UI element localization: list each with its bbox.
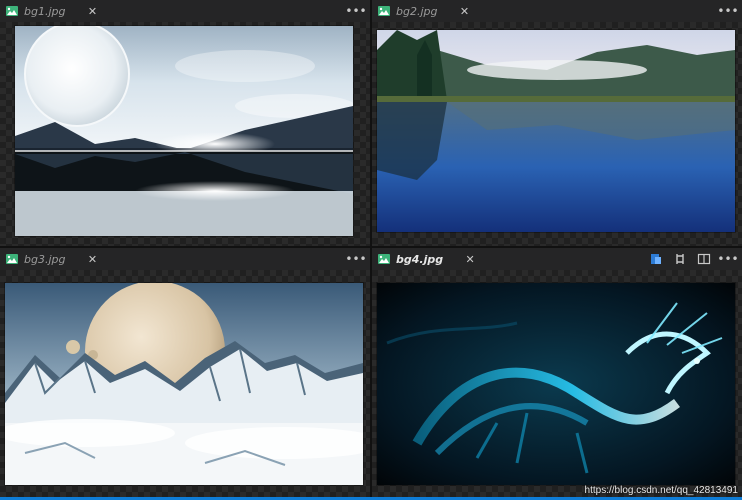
image-moon-lake [15, 26, 353, 236]
image-icon [6, 6, 18, 16]
image-canvas [0, 22, 370, 246]
close-icon[interactable]: ✕ [457, 4, 471, 18]
image-icon [6, 254, 18, 264]
editor-pane-4: bg4.jpg ✕ ••• https://blog.csdn.net/qq_4… [372, 248, 742, 500]
image-preview [377, 283, 735, 485]
image-icon [378, 6, 390, 16]
image-preview [5, 283, 363, 485]
tab-bar: bg4.jpg ✕ ••• [372, 248, 742, 270]
image-dragon [377, 283, 735, 485]
image-canvas [0, 270, 370, 500]
split-divider-vertical[interactable] [370, 0, 372, 500]
split-editor-icon[interactable] [696, 251, 712, 267]
open-file-icon[interactable] [648, 251, 664, 267]
image-preview [377, 30, 735, 232]
more-icon[interactable]: ••• [345, 3, 366, 19]
more-icon[interactable]: ••• [345, 251, 366, 267]
tab-label: bg2.jpg [396, 4, 438, 18]
tab-bg2[interactable]: bg2.jpg ✕ [372, 0, 479, 22]
image-canvas [372, 22, 742, 246]
split-divider-horizontal[interactable] [0, 246, 742, 248]
watermark-text: https://blog.csdn.net/qq_42813491 [584, 485, 738, 496]
compare-icon[interactable] [672, 251, 688, 267]
tab-label: bg4.jpg [396, 252, 444, 266]
more-icon[interactable]: ••• [717, 3, 738, 19]
editor-pane-3: bg3.jpg ✕ ••• [0, 248, 370, 500]
tab-bg1[interactable]: bg1.jpg ✕ [0, 0, 107, 22]
image-preview [15, 26, 353, 236]
tab-bg3[interactable]: bg3.jpg ✕ [0, 248, 107, 270]
tab-bg4[interactable]: bg4.jpg ✕ [372, 248, 485, 270]
tab-label: bg1.jpg [24, 4, 66, 18]
image-viewer-workspace: bg1.jpg ✕ ••• bg2.jpg ✕ ••• bg3.jpg ✕ ••… [0, 0, 742, 500]
tab-bar: bg1.jpg ✕ ••• [0, 0, 370, 22]
image-canvas [372, 270, 742, 500]
image-moon-mountains [5, 283, 363, 485]
image-icon [378, 254, 390, 264]
tab-label: bg3.jpg [24, 252, 66, 266]
close-icon[interactable]: ✕ [463, 252, 477, 266]
tab-bar: bg3.jpg ✕ ••• [0, 248, 370, 270]
tab-bar: bg2.jpg ✕ ••• [372, 0, 742, 22]
close-icon[interactable]: ✕ [85, 4, 99, 18]
more-icon[interactable]: ••• [717, 251, 738, 267]
close-icon[interactable]: ✕ [85, 252, 99, 266]
editor-pane-1: bg1.jpg ✕ ••• [0, 0, 370, 246]
editor-pane-2: bg2.jpg ✕ ••• [372, 0, 742, 246]
image-mountain-lake [377, 30, 735, 232]
